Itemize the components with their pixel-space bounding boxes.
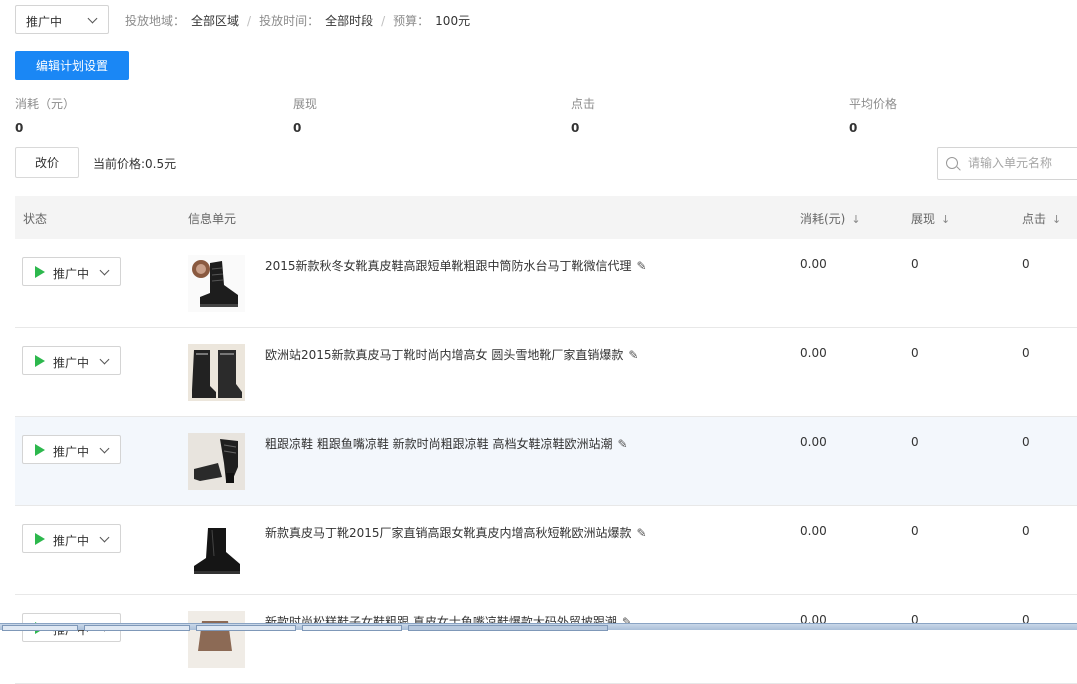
table-row: 推广中 欧洲站2015新款真皮马丁靴时尚内增高女 圆头雪地靴厂家直销爆款 ✎ 0.… [15, 328, 1077, 417]
taskbar-item[interactable] [302, 625, 402, 631]
stat-cost-value: 0 [15, 121, 24, 135]
row-status-select[interactable]: 推广中 [22, 435, 121, 464]
header-cost-label: 消耗(元) [800, 212, 846, 226]
region-label: 投放地域： [125, 14, 186, 28]
header-impressions-label: 展现 [911, 212, 936, 226]
unit-name-text: 粗跟凉鞋 粗跟鱼嘴凉鞋 新款时尚粗跟凉鞋 高档女鞋凉鞋欧洲站潮 [265, 437, 613, 451]
unit-name-text: 新款真皮马丁靴2015厂家直销高跟女靴真皮内增高秋短靴欧洲站爆款 [265, 526, 632, 540]
chevron-down-icon [87, 13, 98, 24]
stat-impressions-label: 展现 [293, 97, 318, 111]
boot-image [188, 522, 245, 579]
row-impressions: 0 [911, 346, 919, 360]
row-cost: 0.00 [800, 346, 827, 360]
edit-plan-button[interactable]: 编辑计划设置 [15, 51, 129, 80]
product-thumbnail[interactable] [188, 344, 245, 401]
sort-down-icon[interactable]: ↓ [1052, 213, 1061, 226]
row-clicks: 0 [1022, 346, 1030, 360]
chevron-down-icon [99, 354, 110, 365]
region-value: 全部区域 [191, 14, 240, 28]
sort-down-icon[interactable]: ↓ [851, 213, 860, 226]
header-impressions[interactable]: 展现 ↓ [911, 210, 950, 227]
meta-separator: / [247, 14, 252, 28]
unit-name: 欧洲站2015新款真皮马丁靴时尚内增高女 圆头雪地靴厂家直销爆款 ✎ [265, 346, 638, 363]
row-status-label: 推广中 [53, 267, 90, 281]
product-thumbnail[interactable] [188, 255, 245, 312]
stat-avg-price-value: 0 [849, 121, 858, 135]
row-clicks: 0 [1022, 435, 1030, 449]
table-row: 推广中 新款时尚松糕鞋子女鞋粗跟 真皮女士鱼嘴凉鞋爆款大码外贸坡跟潮✎ 0.00… [15, 595, 1077, 684]
row-clicks: 0 [1022, 257, 1030, 271]
row-status-select[interactable]: 推广中 [22, 524, 121, 553]
taskbar-item[interactable] [408, 625, 608, 631]
edit-pencil-icon[interactable]: ✎ [637, 259, 647, 273]
sandal-image [188, 433, 245, 490]
row-status-label: 推广中 [53, 445, 90, 459]
row-clicks: 0 [1022, 524, 1030, 538]
header-unit: 信息单元 [188, 212, 237, 226]
unit-name-text: 2015新款秋冬女靴真皮鞋高跟短单靴粗跟中筒防水台马丁靴微信代理 [265, 259, 632, 273]
play-icon [35, 444, 45, 456]
taskbar-item[interactable] [196, 625, 296, 631]
row-impressions: 0 [911, 524, 919, 538]
header-clicks-label: 点击 [1022, 212, 1047, 226]
time-value: 全部时段 [325, 14, 374, 28]
row-cost: 0.00 [800, 435, 827, 449]
taskbar-item[interactable] [84, 625, 190, 631]
os-taskbar [0, 623, 1077, 631]
header-clicks[interactable]: 点击 ↓ [1022, 210, 1061, 227]
product-thumbnail[interactable] [188, 611, 245, 668]
unit-name: 新款真皮马丁靴2015厂家直销高跟女靴真皮内增高秋短靴欧洲站爆款 ✎ [265, 524, 647, 541]
row-status-label: 推广中 [53, 534, 90, 548]
edit-pencil-icon[interactable]: ✎ [628, 348, 638, 362]
table-row: 推广中 2015新款秋冬女靴真皮鞋高跟短单靴粗跟中筒防水台马丁靴微信代理 ✎ 0.… [15, 239, 1077, 328]
sort-down-icon[interactable]: ↓ [941, 213, 950, 226]
change-price-button[interactable]: 改价 [15, 147, 79, 178]
unit-name-text: 欧洲站2015新款真皮马丁靴时尚内增高女 圆头雪地靴厂家直销爆款 [265, 348, 624, 362]
boot-image [188, 344, 245, 401]
unit-name: 2015新款秋冬女靴真皮鞋高跟短单靴粗跟中筒防水台马丁靴微信代理 ✎ [265, 257, 647, 274]
table-row: 推广中 粗跟凉鞋 粗跟鱼嘴凉鞋 新款时尚粗跟凉鞋 高档女鞋凉鞋欧洲站潮 ✎ 0.0… [15, 417, 1077, 506]
plan-status-value: 推广中 [26, 15, 63, 29]
plan-status-select[interactable]: 推广中 [15, 5, 109, 34]
boot-image [192, 260, 238, 307]
row-impressions: 0 [911, 257, 919, 271]
budget-label: 预算： [393, 14, 430, 28]
chevron-down-icon [99, 265, 110, 276]
unit-search-input[interactable] [968, 154, 1076, 172]
table-header: 状态 信息单元 消耗(元) ↓ 展现 ↓ 点击 ↓ [15, 196, 1077, 239]
header-cost[interactable]: 消耗(元) ↓ [800, 210, 861, 227]
unit-search-box[interactable] [937, 147, 1077, 180]
stat-avg-price-label: 平均价格 [849, 97, 898, 111]
stat-impressions-value: 0 [293, 121, 302, 135]
header-status: 状态 [23, 212, 48, 226]
row-status-select[interactable]: 推广中 [22, 346, 121, 375]
product-thumbnail[interactable] [188, 433, 245, 490]
current-price: 当前价格:0.5元 [93, 157, 177, 171]
edit-pencil-icon[interactable]: ✎ [637, 526, 647, 540]
edit-pencil-icon[interactable]: ✎ [617, 437, 627, 451]
play-icon [35, 266, 45, 278]
row-status-label: 推广中 [53, 356, 90, 370]
row-cost: 0.00 [800, 524, 827, 538]
chevron-down-icon [99, 443, 110, 454]
play-icon [35, 355, 45, 367]
shoe-image [188, 611, 245, 668]
chevron-down-icon [99, 532, 110, 543]
row-cost: 0.00 [800, 257, 827, 271]
row-impressions: 0 [911, 435, 919, 449]
budget-value: 100元 [435, 14, 471, 28]
meta-separator: / [381, 14, 386, 28]
plan-meta: 投放地域： 全部区域 / 投放时间： 全部时段 / 预算： 100元 [125, 12, 470, 29]
unit-name: 粗跟凉鞋 粗跟鱼嘴凉鞋 新款时尚粗跟凉鞋 高档女鞋凉鞋欧洲站潮 ✎ [265, 435, 628, 452]
stat-clicks-label: 点击 [571, 97, 596, 111]
stat-clicks-value: 0 [571, 121, 580, 135]
product-thumbnail[interactable] [188, 522, 245, 579]
row-status-select[interactable]: 推广中 [22, 257, 121, 286]
play-icon [35, 533, 45, 545]
table-row: 推广中 新款真皮马丁靴2015厂家直销高跟女靴真皮内增高秋短靴欧洲站爆款 ✎ 0.… [15, 506, 1077, 595]
time-label: 投放时间： [259, 14, 320, 28]
search-icon [946, 157, 958, 169]
stat-cost-label: 消耗（元） [15, 97, 76, 111]
taskbar-item[interactable] [2, 625, 78, 631]
